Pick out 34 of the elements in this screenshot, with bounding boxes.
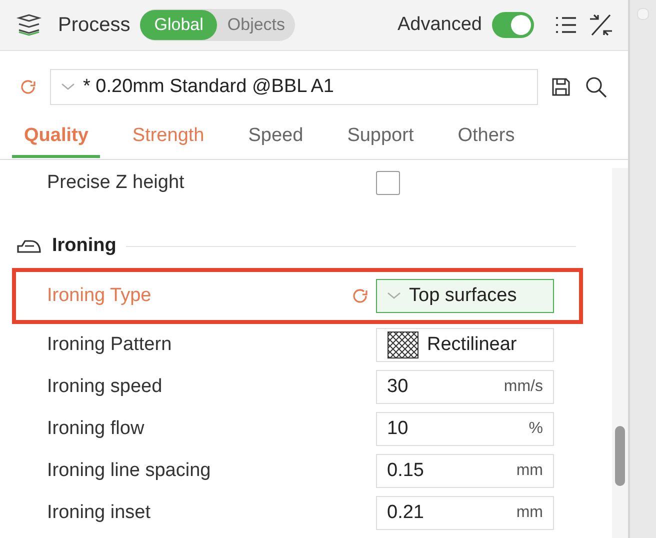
tab[interactable]: Support: [335, 121, 426, 158]
iron-icon: [16, 238, 42, 254]
save-icon[interactable]: [550, 76, 572, 98]
preset-dropdown[interactable]: * 0.20mm Standard @BBL A1: [50, 69, 538, 105]
dropdown[interactable]: Rectilinear: [376, 328, 554, 362]
tab[interactable]: Others: [446, 121, 527, 158]
section-title: Ironing: [52, 235, 116, 257]
checkbox[interactable]: [376, 171, 400, 195]
layers-icon: [16, 14, 42, 36]
search-icon[interactable]: [584, 75, 608, 99]
input-field[interactable]: 30 mm/s: [376, 370, 554, 404]
caret-icon: [61, 83, 75, 91]
setting-label: Ironing line spacing: [47, 460, 212, 482]
setting-label: Ironing Type: [47, 285, 152, 307]
input-field[interactable]: 0.15 mm: [376, 454, 554, 488]
panel-title: Process: [58, 14, 130, 36]
input-field[interactable]: 0.21 mm: [376, 496, 554, 530]
setting-label: Precise Z height: [47, 172, 186, 194]
crosshatch-icon: [387, 331, 419, 359]
caret-icon: [387, 292, 401, 300]
dropdown[interactable]: Top surfaces: [376, 279, 554, 313]
advanced-label: Advanced: [397, 14, 482, 36]
input-field[interactable]: 10 %: [376, 412, 554, 446]
reset-icon[interactable]: [18, 77, 38, 97]
collapse-icon[interactable]: [588, 13, 614, 37]
tab[interactable]: Speed: [236, 121, 316, 158]
reset-icon[interactable]: [350, 286, 370, 306]
advanced-toggle[interactable]: [492, 12, 534, 38]
scrollbar-thumb[interactable]: [615, 426, 625, 486]
setting-label: Ironing Pattern: [47, 334, 173, 356]
setting-label: Ironing inset: [47, 502, 152, 524]
setting-label: Ironing speed: [47, 376, 164, 398]
list-icon[interactable]: [554, 15, 578, 35]
setting-label: Ironing flow: [47, 418, 146, 440]
